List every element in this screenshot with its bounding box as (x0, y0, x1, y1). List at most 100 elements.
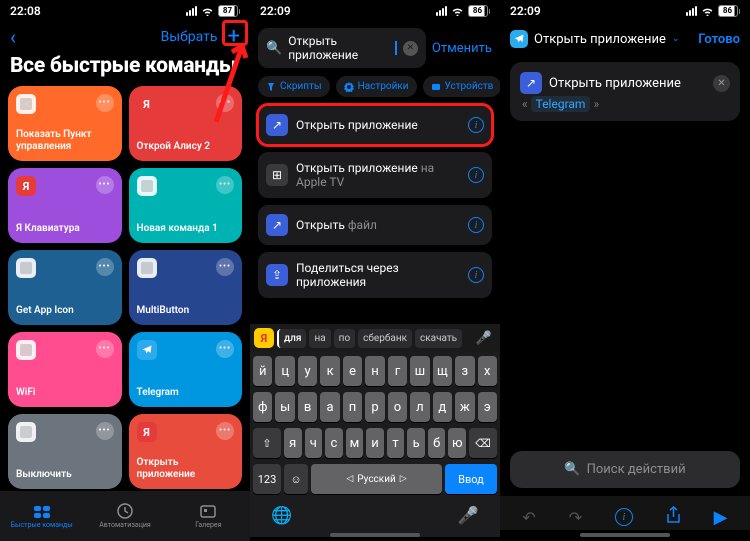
shortcut-card[interactable]: •••Новая команда 1 (129, 168, 243, 243)
suggestion[interactable]: скачать (415, 329, 462, 348)
key[interactable]: а (320, 392, 339, 422)
card-menu-button[interactable]: ••• (96, 258, 114, 276)
card-menu-button[interactable]: ••• (216, 340, 234, 358)
filter-pill[interactable]: Устройств (423, 76, 500, 97)
app-param[interactable]: Telegram (531, 96, 591, 112)
shortcut-title[interactable]: Открыть приложение (534, 32, 666, 47)
key[interactable]: ж (455, 392, 474, 422)
shortcut-card[interactable]: •••Telegram (129, 332, 243, 407)
chevron-down-icon[interactable]: ⌄ (672, 34, 680, 44)
suggestion[interactable]: по (334, 329, 355, 348)
filter-pill[interactable]: Настройки (336, 76, 417, 97)
shortcut-card[interactable]: •••Показать Пункт управления (8, 86, 122, 161)
card-menu-button[interactable]: ••• (216, 94, 234, 112)
tab-gallery[interactable]: Галерея (167, 491, 250, 541)
shortcut-card[interactable]: •••Выключить (8, 414, 122, 489)
search-input[interactable]: 🔍 Открыть приложение ✕ (258, 28, 426, 68)
play-button[interactable]: ▶ (714, 507, 728, 528)
shortcut-card[interactable]: •••Get App Icon (8, 250, 122, 325)
key[interactable]: т (387, 428, 405, 458)
key[interactable]: б (428, 428, 446, 458)
share-button[interactable] (666, 506, 681, 528)
emoji-key[interactable]: ☺ (284, 464, 308, 494)
key[interactable]: н (365, 356, 384, 386)
shortcut-card[interactable]: •••MultiButton (129, 250, 243, 325)
key[interactable]: ю (448, 428, 466, 458)
key[interactable]: р (365, 392, 384, 422)
redo-button[interactable]: ↷ (569, 508, 582, 527)
add-button[interactable]: + (228, 26, 240, 48)
select-button[interactable]: Выбрать (161, 29, 218, 45)
open-app-icon: ↗ (520, 72, 542, 94)
key[interactable]: з (455, 356, 474, 386)
key[interactable]: щ (433, 356, 452, 386)
tab-shortcuts[interactable]: Быстрые команды (0, 491, 83, 541)
cancel-button[interactable]: Отменить (432, 41, 492, 56)
key[interactable]: л (410, 392, 429, 422)
key[interactable]: ц (275, 356, 294, 386)
card-menu-button[interactable]: ••• (96, 94, 114, 112)
result-row[interactable]: ⊞Открыть приложение на Apple TVi (258, 152, 492, 198)
done-button[interactable]: Готово (698, 32, 740, 47)
key[interactable]: в (298, 392, 317, 422)
back-button[interactable]: ‹ (10, 27, 16, 47)
key[interactable]: к (320, 356, 339, 386)
undo-button[interactable]: ↶ (522, 508, 535, 527)
key[interactable]: п (343, 392, 362, 422)
enter-key[interactable]: Ввод (445, 464, 497, 494)
key[interactable]: с (325, 428, 343, 458)
shortcut-card[interactable]: Я•••Открой Алису 2 (129, 86, 243, 161)
card-menu-button[interactable]: ••• (96, 422, 114, 440)
space-key[interactable]: ◁ Русский ▷ (311, 464, 442, 494)
actions-search[interactable]: 🔍 Поиск действий (510, 451, 740, 488)
info-button[interactable]: i (615, 508, 633, 526)
key[interactable]: й (253, 356, 272, 386)
card-menu-button[interactable]: ••• (216, 258, 234, 276)
result-row[interactable]: ⇪Поделиться через приложенияi (258, 252, 492, 298)
key[interactable]: ф (253, 392, 272, 422)
key[interactable]: я (284, 428, 302, 458)
key[interactable]: о (388, 392, 407, 422)
suggestion[interactable]: на (309, 329, 330, 348)
backspace-key[interactable]: ⌫ (469, 428, 497, 458)
info-button[interactable]: i (468, 267, 484, 283)
yandex-icon[interactable]: Я (254, 328, 274, 348)
info-button[interactable]: i (468, 217, 484, 233)
shortcut-card[interactable]: Я•••Открыть приложение (129, 414, 243, 489)
card-menu-button[interactable]: ••• (216, 422, 234, 440)
key[interactable]: д (433, 392, 452, 422)
key[interactable]: ч (305, 428, 323, 458)
clear-button[interactable]: ✕ (403, 41, 418, 56)
card-menu-button[interactable]: ••• (96, 340, 114, 358)
card-icon: Я (137, 94, 157, 114)
dictation-key[interactable]: 🎤 (458, 506, 479, 526)
shortcut-card[interactable]: •••WiFi (8, 332, 122, 407)
key[interactable]: ы (275, 392, 294, 422)
card-menu-button[interactable]: ••• (96, 176, 114, 194)
result-row[interactable]: ↗Открыть приложениеi (258, 105, 492, 145)
info-button[interactable]: i (468, 167, 484, 183)
shift-key[interactable]: ⇧ (253, 428, 281, 458)
globe-key[interactable]: 🌐 (271, 506, 292, 526)
card-menu-button[interactable]: ••• (216, 176, 234, 194)
key[interactable]: э (478, 392, 497, 422)
shortcut-card[interactable]: Я•••Я Клавиатура (8, 168, 122, 243)
key[interactable]: г (388, 356, 407, 386)
delete-action-button[interactable]: ✕ (713, 75, 730, 92)
key[interactable]: у (298, 356, 317, 386)
result-row[interactable]: ↗Открыть файлi (258, 205, 492, 245)
tab-automation[interactable]: Автоматизация (83, 491, 166, 541)
info-button[interactable]: i (468, 117, 484, 133)
key[interactable]: е (343, 356, 362, 386)
action-card[interactable]: ↗ Открыть приложение ✕ « Telegram » (510, 62, 740, 121)
mic-icon[interactable]: 🎤 (472, 331, 496, 346)
key[interactable]: м (346, 428, 364, 458)
suggestion[interactable]: для (277, 329, 306, 348)
key[interactable]: ь (407, 428, 425, 458)
key[interactable]: и (366, 428, 384, 458)
key[interactable]: ш (410, 356, 429, 386)
suggestion[interactable]: сбербанк (358, 329, 412, 348)
numbers-key[interactable]: 123 (253, 464, 281, 494)
filter-pill[interactable]: Скрипты (258, 76, 330, 97)
key[interactable]: х (478, 356, 497, 386)
